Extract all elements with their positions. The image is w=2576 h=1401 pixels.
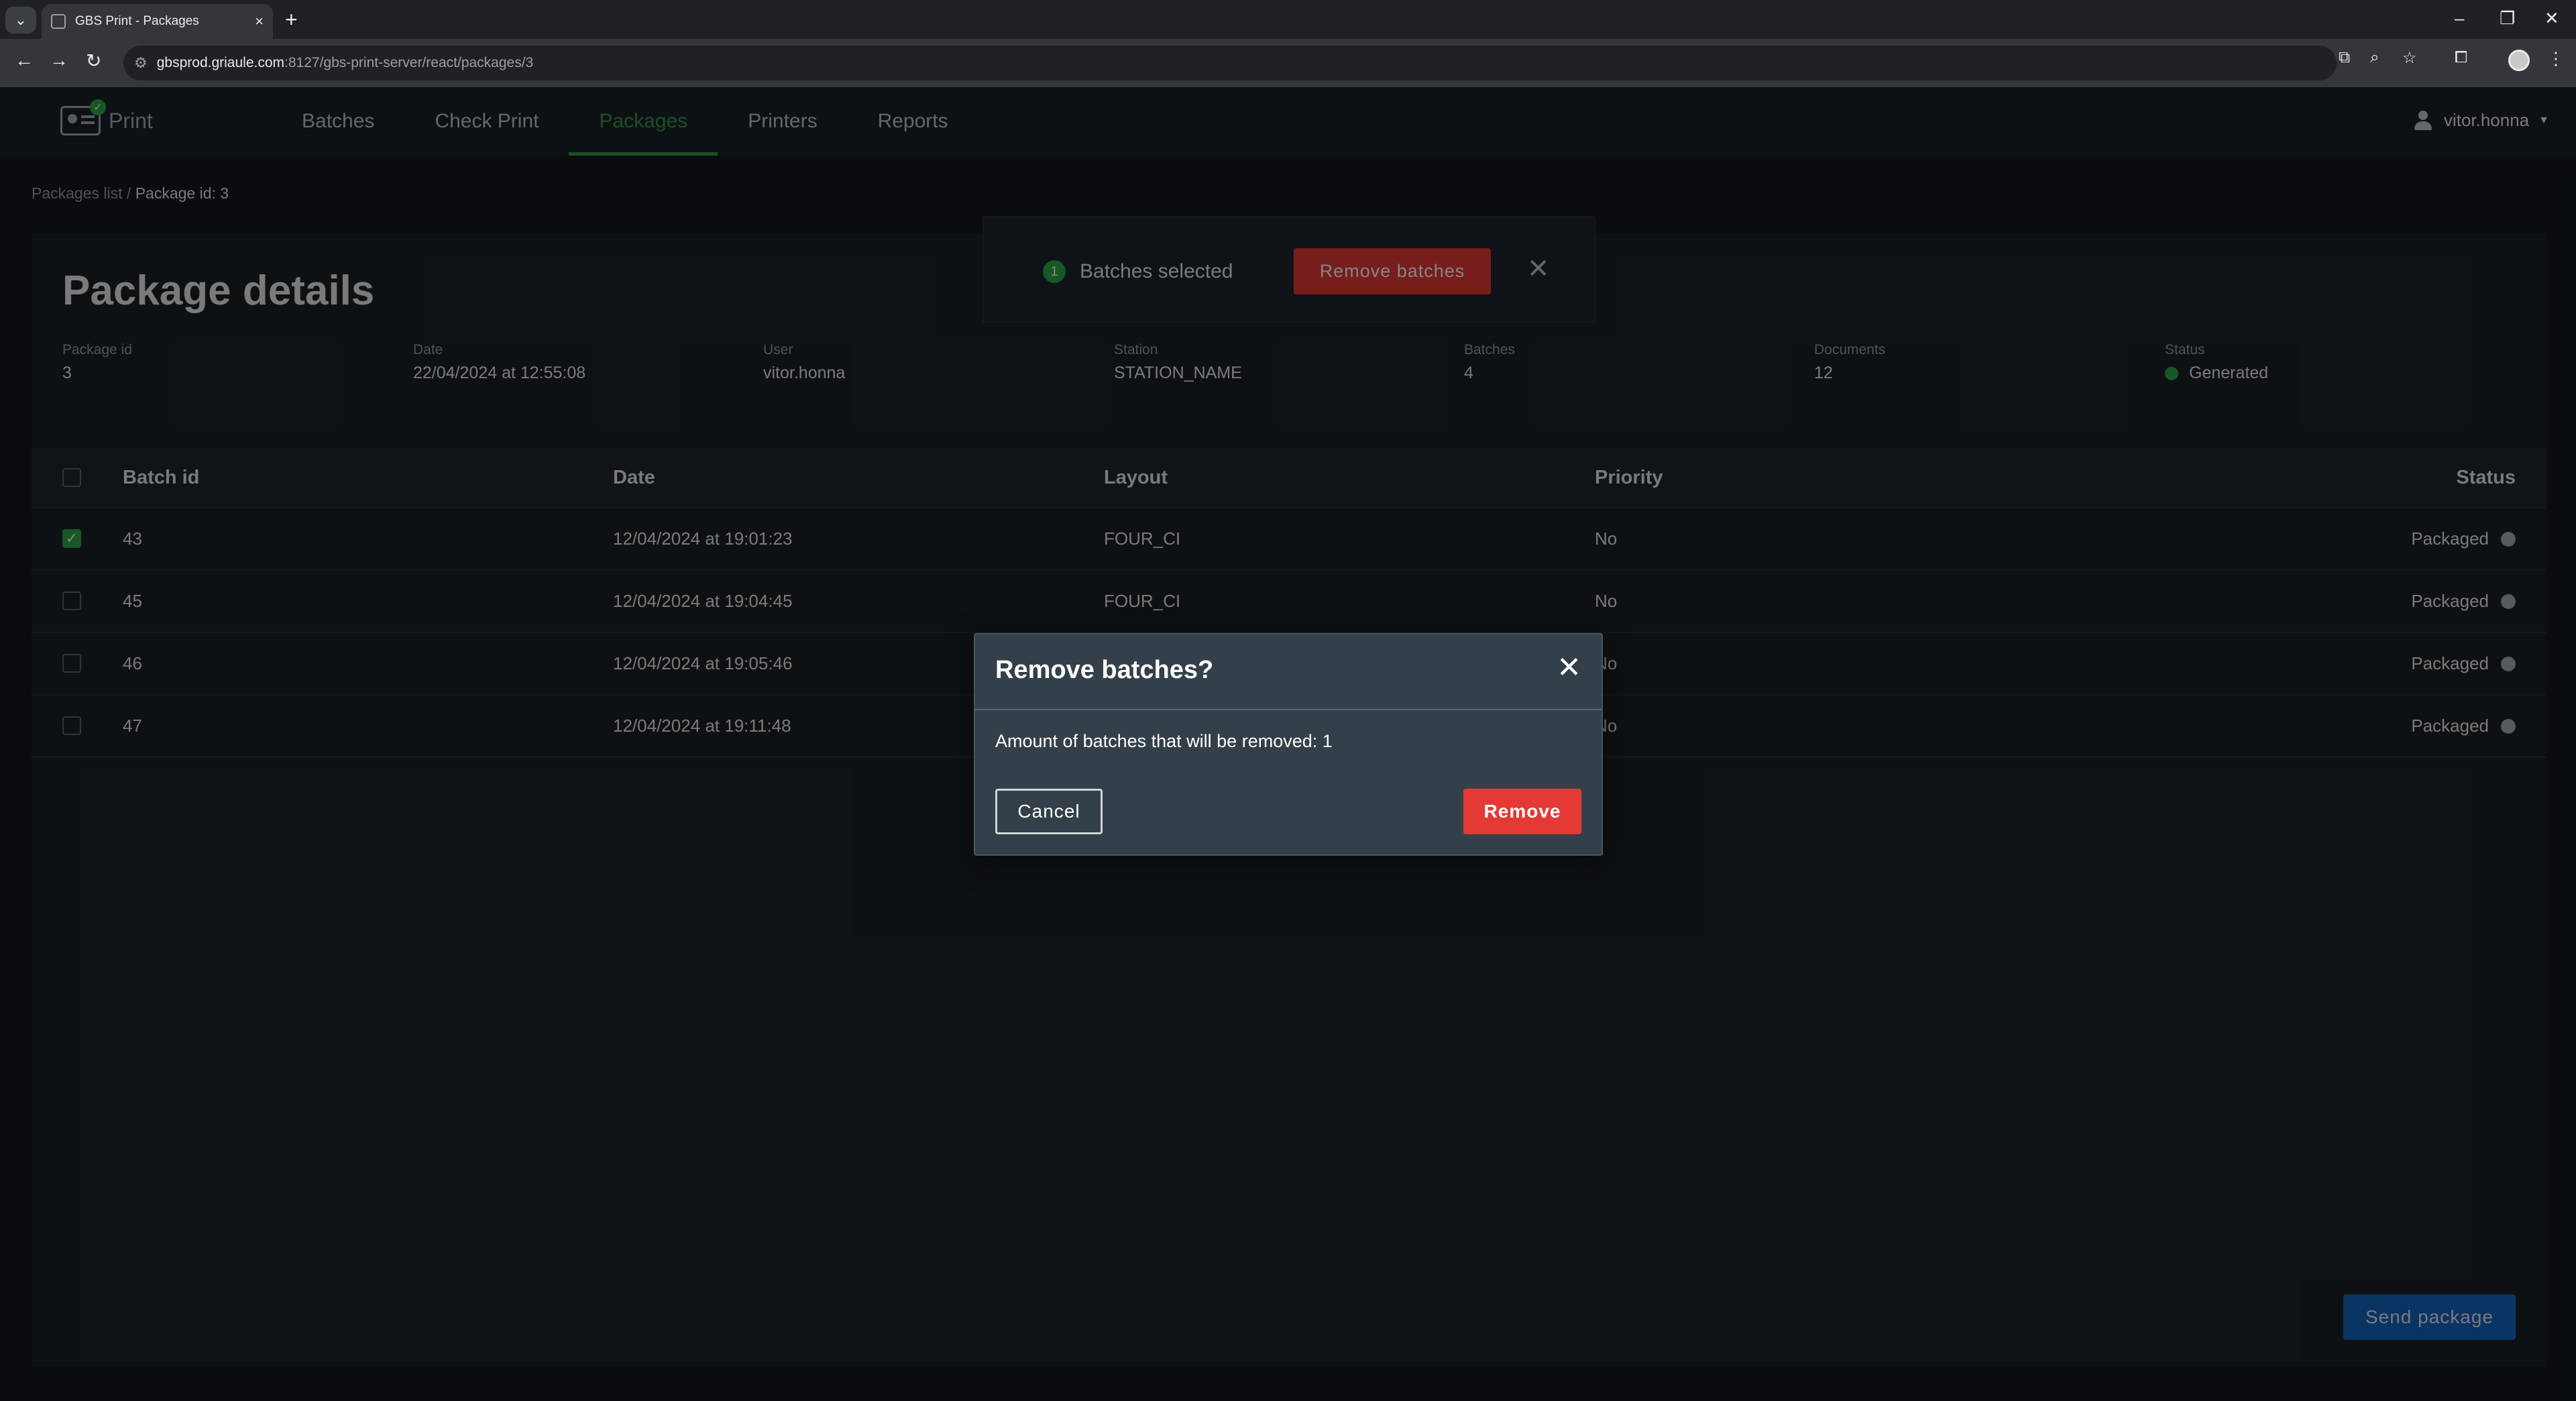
tab-search-button[interactable]: ⌄: [5, 7, 36, 34]
reload-icon[interactable]: ↻: [86, 50, 101, 72]
browser-menu-icon[interactable]: ⋮: [2547, 48, 2565, 69]
install-app-icon[interactable]: ⧉: [2339, 48, 2350, 67]
forward-arrow-icon[interactable]: →: [50, 50, 68, 71]
browser-tab-bar: ⌄ GBS Print - Packages × + – ❐ ✕: [0, 0, 2576, 39]
page-favicon-icon: [51, 14, 66, 29]
dialog-message: Amount of batches that will be removed: …: [995, 731, 1333, 751]
cancel-button[interactable]: Cancel: [995, 789, 1103, 834]
dialog-title: Remove batches?: [995, 656, 1214, 684]
profile-avatar-icon[interactable]: [2508, 50, 2530, 71]
browser-toolbar: ← → ↻ ⚙ gbsprod.griaule.com:8127/gbs-pri…: [0, 39, 2576, 87]
remove-button[interactable]: Remove: [1463, 789, 1581, 834]
dialog-close-icon[interactable]: ✕: [1557, 653, 1581, 683]
new-tab-button[interactable]: +: [285, 8, 298, 31]
tab-title: GBS Print - Packages: [75, 14, 199, 28]
address-bar[interactable]: ⚙ gbsprod.griaule.com:8127/gbs-print-ser…: [123, 46, 2337, 80]
minimize-window-icon[interactable]: –: [2455, 8, 2464, 29]
dialog-divider: [975, 709, 1602, 710]
extensions-icon[interactable]: ⧠: [2455, 48, 2467, 67]
url-text: gbsprod.griaule.com:8127/gbs-print-serve…: [156, 55, 534, 70]
browser-tab[interactable]: GBS Print - Packages ×: [42, 4, 273, 39]
bookmark-star-icon[interactable]: ☆: [2402, 48, 2417, 68]
tab-close-icon[interactable]: ×: [255, 13, 264, 30]
zoom-icon[interactable]: ⌕: [2370, 48, 2379, 67]
remove-batches-dialog: Remove batches? ✕ Amount of batches that…: [974, 633, 1603, 856]
back-arrow-icon[interactable]: ←: [15, 50, 34, 71]
site-info-icon[interactable]: ⚙: [134, 54, 148, 72]
close-window-icon[interactable]: ✕: [2544, 8, 2559, 29]
restore-window-icon[interactable]: ❐: [2500, 8, 2515, 29]
